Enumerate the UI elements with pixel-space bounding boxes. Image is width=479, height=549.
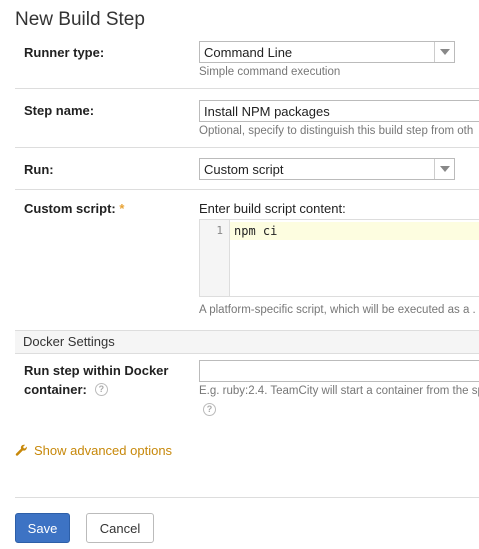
cancel-button[interactable]: Cancel [86,513,154,543]
line-number: 1 [216,224,223,237]
section-title: Docker Settings [23,334,115,349]
help-icon[interactable]: ? [203,403,216,416]
editor-gutter: 1 [200,220,230,296]
docker-label-line2: container: [24,382,87,397]
required-mark: * [119,201,125,216]
runner-type-hint: Simple command execution [199,66,341,78]
divider [15,88,479,89]
custom-script-label: Custom script: * [24,201,124,216]
script-editor[interactable]: 1 npm ci [199,219,479,297]
docker-label-line1: Run step within Docker [24,363,169,378]
chevron-down-icon [434,42,454,62]
runner-type-label: Runner type: [24,45,105,60]
divider [15,497,479,498]
custom-script-label-text: Custom script: [24,201,116,216]
code-text: npm ci [234,224,278,238]
custom-script-caption: Enter build script content: [199,201,346,216]
step-name-hint: Optional, specify to distinguish this bu… [199,125,474,137]
show-advanced-options-link[interactable]: Show advanced options [15,443,172,458]
docker-label-line2-row: container: ? [24,382,108,397]
help-icon[interactable]: ? [94,383,108,396]
step-name-label: Step name: [24,103,95,118]
wrench-icon [15,444,27,456]
runner-type-select[interactable]: Command Line [199,41,455,63]
divider [15,147,479,148]
active-code-line: npm ci [230,222,479,240]
docker-image-input[interactable] [199,360,479,382]
step-name-input[interactable]: Install NPM packages [199,100,479,122]
show-advanced-options-label: Show advanced options [34,443,173,458]
docker-settings-section: Docker Settings [15,330,479,354]
step-name-value: Install NPM packages [204,104,330,119]
save-button[interactable]: Save [15,513,70,543]
chevron-down-icon [434,159,454,179]
run-label: Run: [24,162,54,177]
custom-script-hint: A platform-specific script, which will b… [199,304,476,316]
run-select[interactable]: Custom script [199,158,455,180]
run-value: Custom script [204,162,284,177]
page-title: New Build Step [15,9,145,30]
runner-type-value: Command Line [204,45,293,60]
divider [15,189,479,190]
docker-hint: E.g. ruby:2.4. TeamCity will start a con… [199,385,479,397]
